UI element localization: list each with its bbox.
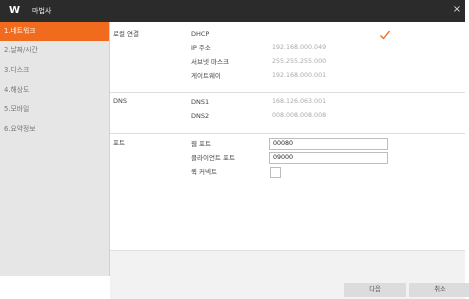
window-title: 마법사 — [32, 7, 52, 15]
subnet-mask-field[interactable]: 255.255.255.000 — [272, 57, 326, 67]
ip-address-label: IP 주소 — [191, 44, 211, 52]
sidebar-item-summary[interactable]: 6.요약정보 — [0, 120, 109, 139]
cancel-button[interactable]: 취소 — [409, 283, 469, 297]
dns-section-label: DNS — [113, 97, 127, 105]
dns2-label: DNS2 — [191, 112, 210, 120]
local-connection-section-label: 로컬 연결 — [113, 30, 139, 38]
section-divider — [110, 133, 465, 134]
sidebar-item-network[interactable]: 1.네트워크 — [0, 22, 109, 41]
gateway-label: 게이트웨이 — [191, 72, 221, 80]
wizard-window: W 마법사 × 1.네트워크 2.날짜/시간 3.디스크 4.해상도 5.모바일… — [0, 0, 469, 299]
close-icon[interactable]: × — [451, 4, 463, 16]
dns1-label: DNS1 — [191, 98, 210, 106]
dns2-field[interactable]: 008.008.008.008 — [272, 111, 326, 121]
web-port-input[interactable]: 00080 — [269, 138, 388, 150]
sidebar-item-mobile[interactable]: 5.모바일 — [0, 100, 109, 119]
web-port-label: 웹 포트 — [191, 140, 212, 148]
ip-address-field[interactable]: 192.168.000.049 — [272, 43, 326, 53]
quick-connect-checkbox[interactable] — [270, 167, 281, 178]
client-port-input[interactable]: 09000 — [269, 152, 388, 164]
ports-section-label: 포트 — [113, 139, 125, 147]
sidebar-item-date-time[interactable]: 2.날짜/시간 — [0, 41, 109, 60]
dns1-field[interactable]: 168.126.063.001 — [272, 97, 326, 107]
sidebar-item-disk[interactable]: 3.디스크 — [0, 61, 109, 80]
dhcp-checkbox[interactable] — [379, 29, 391, 41]
dhcp-label: DHCP — [191, 30, 210, 38]
quick-connect-label: 퀵 커넥트 — [191, 168, 217, 176]
gateway-field[interactable]: 192.168.000.001 — [272, 71, 326, 81]
title-bar: W 마법사 × — [0, 0, 465, 22]
section-divider — [110, 92, 465, 93]
network-settings-panel: 로컬 연결 DHCP IP 주소 192.168.000.049 서브넷 마스크… — [110, 22, 469, 299]
app-logo-icon: W — [9, 5, 21, 16]
client-port-label: 클라이언트 포트 — [191, 154, 235, 162]
footer-bar: 다음 취소 — [110, 250, 469, 299]
sidebar-item-resolution[interactable]: 4.해상도 — [0, 81, 109, 100]
subnet-mask-label: 서브넷 마스크 — [191, 58, 229, 66]
sidebar: 1.네트워크 2.날짜/시간 3.디스크 4.해상도 5.모바일 6.요약정보 — [0, 22, 110, 276]
next-button[interactable]: 다음 — [344, 283, 406, 297]
